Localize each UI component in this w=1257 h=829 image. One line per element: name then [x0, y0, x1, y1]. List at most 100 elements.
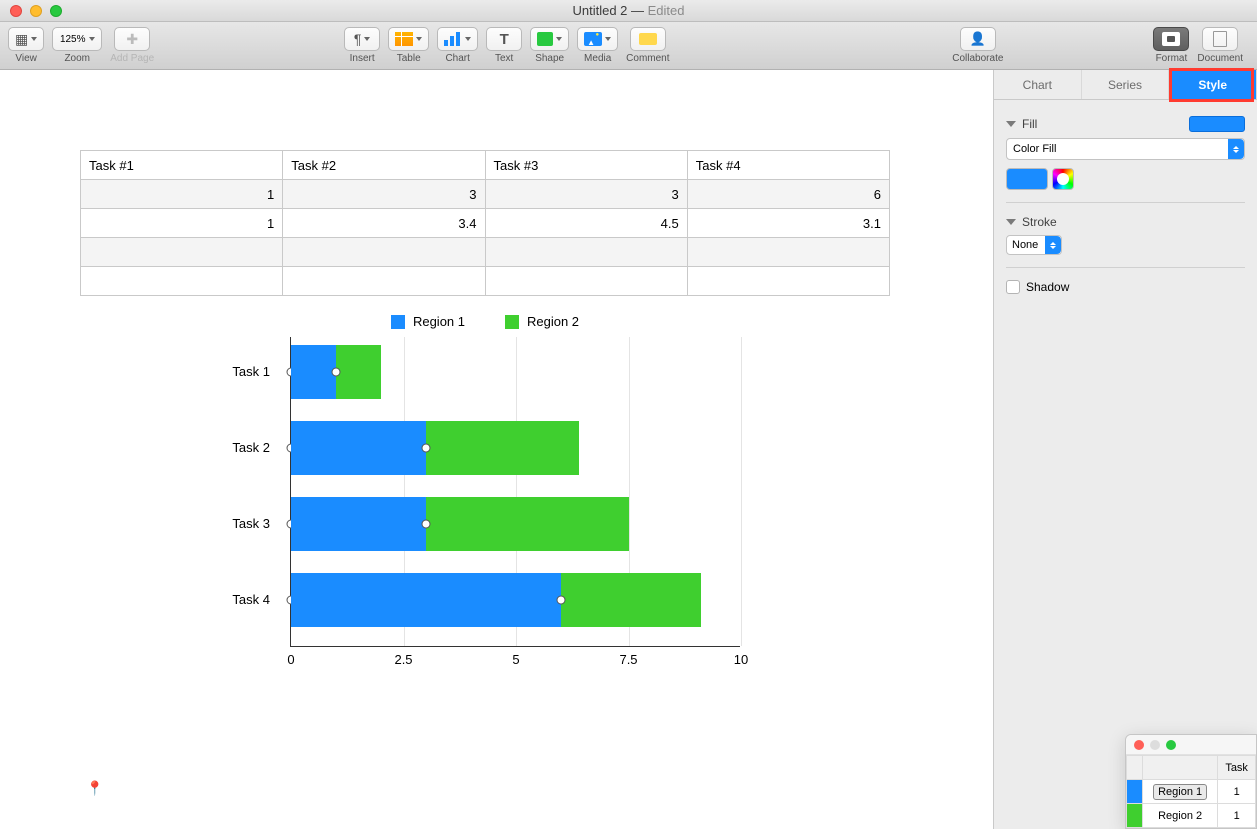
table-cell[interactable]: [485, 238, 687, 267]
series-value-cell[interactable]: 1: [1218, 780, 1256, 804]
zoom-panel-button[interactable]: [1166, 740, 1176, 750]
tab-style[interactable]: Style: [1169, 70, 1257, 99]
table-header[interactable]: Task #2: [283, 151, 485, 180]
table-cell[interactable]: [283, 238, 485, 267]
table-cell[interactable]: 6: [687, 180, 889, 209]
chart-bar-segment[interactable]: [291, 573, 561, 627]
table-cell[interactable]: 1: [81, 180, 283, 209]
cursor-pin-icon: 📍: [86, 780, 103, 797]
chart-bar-row[interactable]: [291, 497, 629, 551]
legend-swatch-region2: [505, 315, 519, 329]
select-arrows-icon: [1045, 236, 1061, 254]
mini-col-header[interactable]: Task: [1218, 756, 1256, 780]
legend-label: Region 2: [527, 314, 579, 329]
mini-corner-cell: [1127, 756, 1143, 780]
chart-bar-segment[interactable]: [561, 573, 701, 627]
table-header[interactable]: Task #3: [485, 151, 687, 180]
comment-icon: [639, 33, 657, 45]
fill-type-select[interactable]: Color Fill: [1006, 138, 1245, 160]
stacked-bar-chart[interactable]: Task 1Task 2Task 3Task 402.557.510: [80, 337, 890, 697]
stroke-select[interactable]: None: [1006, 235, 1062, 255]
table-cell[interactable]: 4.5: [485, 209, 687, 238]
text-icon: [500, 31, 509, 48]
sidebar-tabs: Chart Series Style: [994, 70, 1257, 100]
media-icon: [584, 32, 602, 46]
chart-marker-icon: [557, 596, 566, 605]
stroke-section-label: Stroke: [1022, 215, 1057, 229]
chart-bar-segment[interactable]: [336, 345, 381, 399]
table-header[interactable]: Task #1: [81, 151, 283, 180]
text-button[interactable]: [486, 27, 522, 51]
chart-label: Chart: [445, 53, 469, 64]
chart-y-label: Task 3: [80, 516, 270, 531]
chevron-down-icon: [556, 37, 562, 41]
table-cell[interactable]: 1: [81, 209, 283, 238]
zoom-button[interactable]: 125%: [52, 27, 102, 51]
table-cell[interactable]: [81, 267, 283, 296]
comment-button[interactable]: [630, 27, 666, 51]
close-panel-button[interactable]: [1134, 740, 1144, 750]
close-window-button[interactable]: [10, 5, 22, 17]
series-name-cell[interactable]: Region 1: [1143, 780, 1218, 804]
chart-x-label: 0: [287, 652, 294, 667]
minimize-window-button[interactable]: [30, 5, 42, 17]
document-canvas[interactable]: Task #1 Task #2 Task #3 Task #4 1 3 3 6 …: [0, 70, 993, 829]
series-name-cell[interactable]: Region 2: [1143, 804, 1218, 828]
chart-bar-row[interactable]: [291, 421, 579, 475]
chart-bar-segment[interactable]: [426, 497, 629, 551]
disclosure-triangle-icon[interactable]: [1006, 121, 1016, 127]
shadow-checkbox[interactable]: [1006, 280, 1020, 294]
chart-marker-icon: [422, 444, 431, 453]
legend-label: Region 1: [413, 314, 465, 329]
fullscreen-window-button[interactable]: [50, 5, 62, 17]
table-cell[interactable]: 3.4: [283, 209, 485, 238]
table-icon: [395, 32, 413, 46]
series-color-swatch[interactable]: [1127, 804, 1143, 828]
tab-chart[interactable]: Chart: [994, 70, 1082, 99]
fill-swatch-button[interactable]: [1189, 116, 1245, 132]
shape-icon: [537, 32, 553, 46]
table-cell[interactable]: 3: [485, 180, 687, 209]
view-button[interactable]: [8, 27, 44, 51]
table-cell[interactable]: 3.1: [687, 209, 889, 238]
chart-data-editor-panel[interactable]: Task Region 1 1 Region 2 1: [1125, 734, 1257, 829]
brush-icon: [1162, 32, 1180, 46]
table-cell[interactable]: [485, 267, 687, 296]
mini-row-header: [1143, 756, 1218, 780]
series-value-cell[interactable]: 1: [1218, 804, 1256, 828]
chart-bar-row[interactable]: [291, 573, 701, 627]
data-table[interactable]: Task #1 Task #2 Task #3 Task #4 1 3 3 6 …: [80, 150, 890, 296]
table-button[interactable]: [388, 27, 429, 51]
chart-marker-icon: [422, 520, 431, 529]
media-button[interactable]: [577, 27, 618, 51]
color-picker-button[interactable]: [1052, 168, 1074, 190]
disclosure-triangle-icon[interactable]: [1006, 219, 1016, 225]
add-page-button[interactable]: [114, 27, 150, 51]
table-header[interactable]: Task #4: [687, 151, 889, 180]
document-button[interactable]: [1202, 27, 1238, 51]
chart-bar-segment[interactable]: [426, 421, 579, 475]
shape-button[interactable]: [530, 27, 569, 51]
collaborate-button[interactable]: [960, 27, 996, 51]
chart-bar-segment[interactable]: [291, 345, 336, 399]
insert-label: Insert: [350, 53, 375, 64]
minimize-panel-button[interactable]: [1150, 740, 1160, 750]
chart-x-label: 7.5: [619, 652, 637, 667]
format-button[interactable]: [1153, 27, 1189, 51]
chart-bar-row[interactable]: [291, 345, 381, 399]
paragraph-icon: [354, 31, 362, 47]
chart-bar-segment[interactable]: [291, 497, 426, 551]
table-cell[interactable]: [283, 267, 485, 296]
table-cell[interactable]: [687, 238, 889, 267]
table-cell[interactable]: 3: [283, 180, 485, 209]
table-cell[interactable]: [81, 238, 283, 267]
chevron-down-icon: [364, 37, 370, 41]
series-color-swatch[interactable]: [1127, 780, 1143, 804]
table-cell[interactable]: [687, 267, 889, 296]
color-well[interactable]: [1006, 168, 1048, 190]
insert-button[interactable]: [344, 27, 380, 51]
window-titlebar: Untitled 2 — Edited: [0, 0, 1257, 22]
chart-bar-segment[interactable]: [291, 421, 426, 475]
chart-button[interactable]: [437, 27, 478, 51]
tab-series[interactable]: Series: [1082, 70, 1170, 99]
